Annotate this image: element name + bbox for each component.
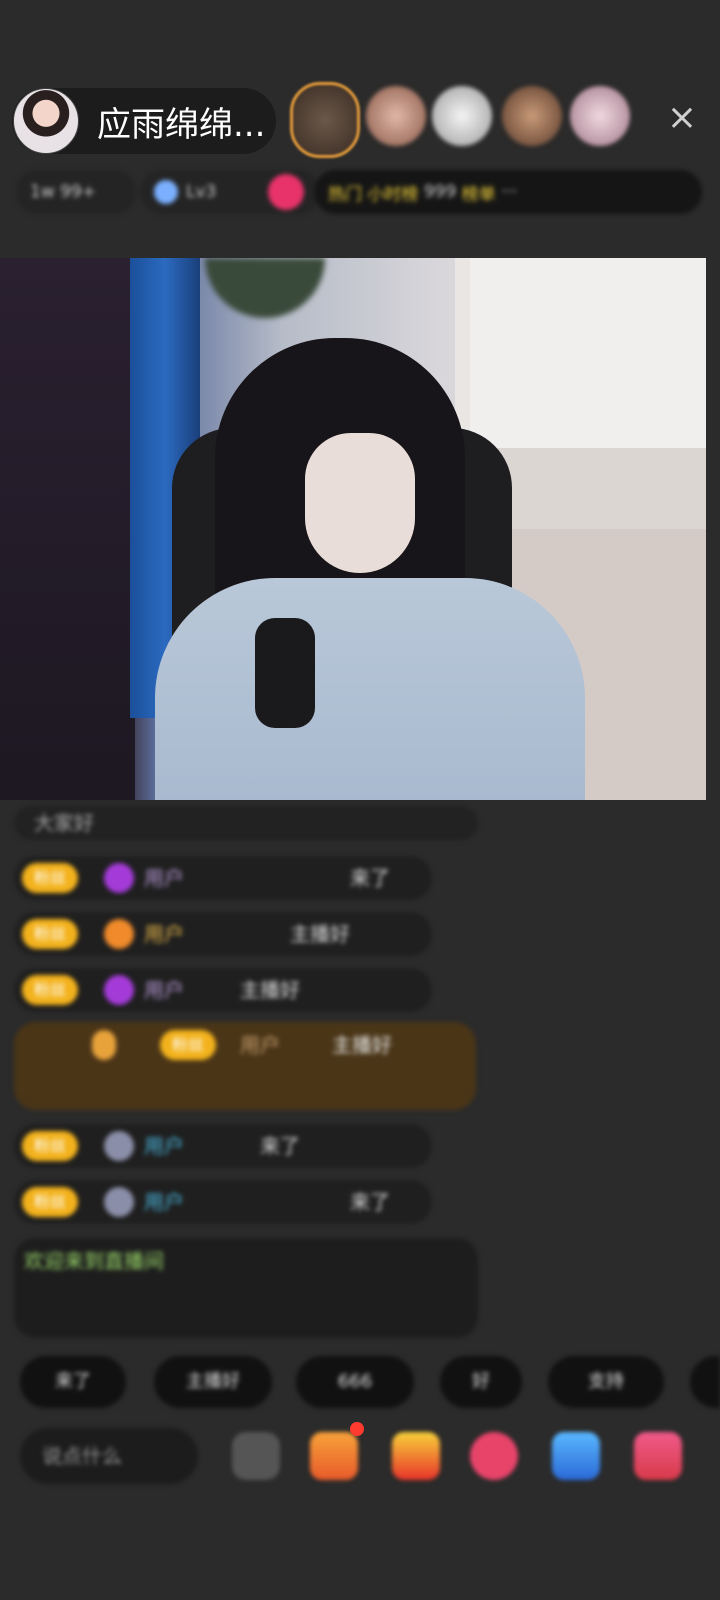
red-packet-icon[interactable] <box>310 1432 358 1480</box>
viewer-avatar[interactable] <box>432 86 492 146</box>
medal-icon <box>104 919 134 949</box>
host-info-pill[interactable]: 应雨绵绵... <box>12 88 276 154</box>
avatar <box>104 1131 134 1161</box>
chat-message[interactable]: 粉丝 用户 来了 <box>14 1180 432 1224</box>
notification-dot <box>350 1422 364 1436</box>
streamer-figure <box>155 578 585 800</box>
chat-message[interactable]: 粉丝 用户 主播好 <box>14 968 432 1012</box>
close-icon[interactable]: × <box>662 98 702 138</box>
fan-badge: 粉丝 <box>22 919 79 949</box>
fan-badge: 粉丝 <box>160 1030 217 1060</box>
chat-message[interactable]: 粉丝 用户 来了 <box>14 856 432 900</box>
diamond-icon <box>104 863 134 893</box>
chat-message-highlight[interactable]: 粉丝 用户 主播好 <box>14 1022 476 1110</box>
fan-badge: 粉丝 <box>22 1187 79 1217</box>
host-name: 应雨绵绵... <box>97 104 266 145</box>
viewer-avatar[interactable] <box>570 86 630 146</box>
top-viewer-avatar[interactable] <box>290 82 360 158</box>
chat-message[interactable]: 粉丝 用户 来了 <box>14 1124 432 1168</box>
chat-message[interactable]: 粉丝 用户 主播好 <box>14 912 432 956</box>
quick-reply[interactable]: 好 <box>440 1356 522 1408</box>
emoji-icon[interactable] <box>232 1432 280 1480</box>
quick-reply[interactable]: 支持 <box>548 1356 664 1408</box>
viewer-avatar[interactable] <box>502 86 562 146</box>
quick-reply[interactable]: 666 <box>296 1356 414 1408</box>
heart-icon[interactable] <box>470 1432 518 1480</box>
avatar <box>104 1187 134 1217</box>
video-background <box>470 258 706 448</box>
host-avatar[interactable] <box>13 88 79 154</box>
badge-icon <box>154 180 178 204</box>
level-badge <box>92 1030 116 1060</box>
system-notice: 欢迎来到直播间 <box>14 1238 478 1338</box>
video-background <box>0 258 135 800</box>
quick-reply[interactable]: 主播好 <box>154 1356 272 1408</box>
quick-reply[interactable]: 来了 <box>20 1356 126 1408</box>
video-background <box>205 258 325 318</box>
fan-badge: 粉丝 <box>22 975 79 1005</box>
fan-badge: 粉丝 <box>22 1131 79 1161</box>
chip[interactable]: 1w 99+ <box>16 170 136 214</box>
viewer-avatar[interactable] <box>366 86 426 146</box>
streamer-face <box>305 433 415 573</box>
rank-chip[interactable]: 热门 小时榜 999 榜单 ··· <box>314 170 702 214</box>
gift-icon[interactable] <box>634 1432 682 1480</box>
microphone <box>255 618 315 728</box>
fan-badge: 粉丝 <box>22 863 79 893</box>
gift-box-icon[interactable] <box>392 1432 440 1480</box>
chat-message: 大家好 <box>14 806 478 840</box>
comment-input[interactable]: 说点什么 <box>20 1428 198 1484</box>
quick-reply[interactable] <box>690 1356 720 1408</box>
diamond-icon <box>104 975 134 1005</box>
gift-icon[interactable] <box>268 174 304 210</box>
game-icon[interactable] <box>552 1432 600 1480</box>
live-video-feed[interactable] <box>0 258 706 800</box>
